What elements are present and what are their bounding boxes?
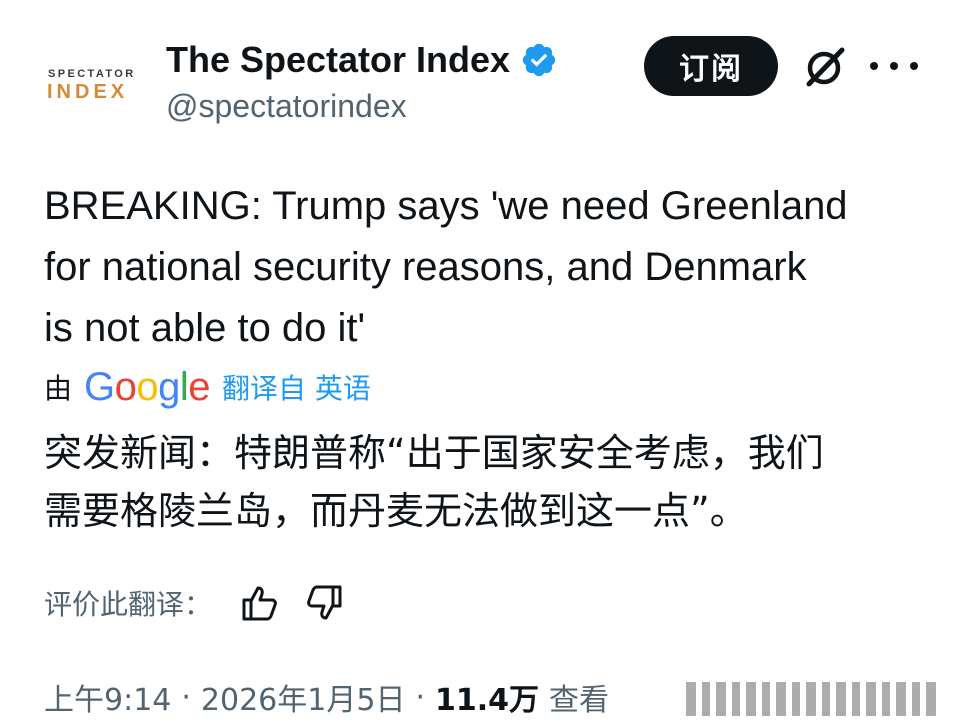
subscribe-button[interactable]: 订阅: [644, 36, 778, 96]
thumbs-down-icon[interactable]: [304, 583, 344, 623]
more-dot: [890, 62, 898, 70]
avatar-text-index: INDEX: [47, 81, 129, 103]
tweet-text-line: is not able to do it': [44, 306, 366, 350]
tweet-detail: SPECTATOR INDEX The Spectator Index @spe…: [0, 0, 960, 722]
grok-icon[interactable]: [800, 44, 850, 90]
more-icon[interactable]: [870, 48, 918, 84]
tweet-header: SPECTATOR INDEX The Spectator Index @spe…: [0, 0, 960, 150]
rate-translation-label: 评价此翻译：: [44, 588, 213, 621]
more-dot: [870, 62, 878, 70]
meta-separator: ·: [415, 679, 425, 715]
avatar[interactable]: SPECTATOR INDEX: [40, 48, 150, 118]
watermark-stripes: [686, 682, 936, 716]
more-dot: [910, 62, 918, 70]
tweet-text: BREAKING: Trump says 'we need Greenland …: [44, 176, 924, 359]
verified-badge-icon[interactable]: [520, 41, 558, 79]
translated-by-label: 由: [44, 372, 73, 405]
tweet-date[interactable]: 2026年1月5日: [201, 675, 406, 719]
tweet-text-line: BREAKING: Trump says 'we need Greenland: [44, 184, 848, 228]
tweet-time[interactable]: 上午9:14: [44, 675, 171, 719]
translated-from-link[interactable]: 翻译自 英语: [222, 367, 371, 407]
translation-text-line: 需要格陵兰岛，而丹麦无法做到这一点”。: [44, 489, 748, 533]
author-name-row: The Spectator Index: [166, 38, 558, 82]
google-logo: Google: [84, 364, 211, 409]
rate-translation-row: 评价此翻译：: [44, 580, 368, 626]
display-name[interactable]: The Spectator Index: [166, 39, 510, 81]
views-label: 查看: [549, 683, 610, 718]
translated-by-row: 由 Google 翻译自 英语: [44, 362, 371, 412]
translation-text-line: 突发新闻：特朗普称“出于国家安全考虑，我们: [44, 431, 824, 475]
tweet-meta: 上午9:14 · 2026年1月5日 · 11.4万 查看: [44, 672, 609, 722]
views-count: 11.4万: [435, 683, 540, 718]
thumbs-up-icon[interactable]: [240, 583, 280, 623]
tweet-text-line: for national security reasons, and Denma…: [44, 245, 807, 289]
meta-separator: ·: [181, 679, 191, 715]
avatar-text-spectator: SPECTATOR: [48, 68, 136, 80]
translation-text: 突发新闻：特朗普称“出于国家安全考虑，我们 需要格陵兰岛，而丹麦无法做到这一点”…: [44, 424, 934, 540]
author-handle[interactable]: @spectatorindex: [166, 88, 407, 125]
